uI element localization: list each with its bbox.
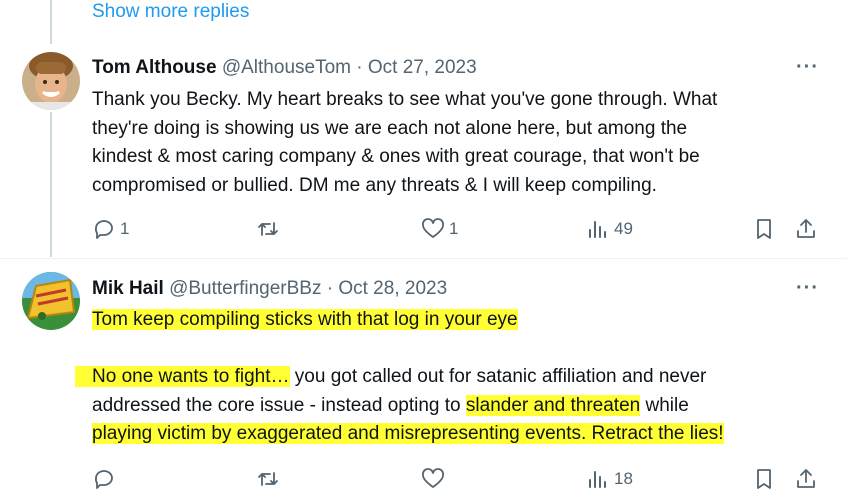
retweet-button[interactable] xyxy=(256,464,280,494)
retweet-icon xyxy=(258,472,278,486)
tweet-text-line: playing victim by exaggerated and misrep… xyxy=(92,420,832,449)
tweet-header: Mik Hail @ButterfingerBBz · Oct 28, 2023 xyxy=(92,277,447,301)
author-name[interactable]: Tom Althouse xyxy=(92,57,217,78)
tweet-text-line: addressed the core issue - instead optin… xyxy=(92,392,832,421)
highlighted-text: slander and threaten xyxy=(465,394,641,416)
tweet-text-segment: addressed the core issue - instead optin… xyxy=(92,394,466,416)
avatar[interactable] xyxy=(22,52,80,110)
reply-count: 1 xyxy=(120,219,130,238)
highlighted-text: No one wants to fight… xyxy=(75,366,290,387)
bookmark-button[interactable] xyxy=(752,464,776,494)
tweet-text-line: kindest & most caring company & ones wit… xyxy=(92,146,700,167)
retweet-icon xyxy=(258,222,278,236)
author-handle[interactable]: @ButterfingerBBz xyxy=(169,278,321,299)
views-icon xyxy=(589,221,606,238)
tweet-text-line: they're doing is showing us we are each … xyxy=(92,117,688,139)
tweet-text: Tom keep compiling sticks with that log … xyxy=(75,306,832,449)
tweet-text: Thank you Becky. My heart breaks to see … xyxy=(92,86,832,200)
reply-icon xyxy=(94,220,113,239)
thread-line xyxy=(50,112,52,257)
tweet-text-segment: while xyxy=(640,394,689,416)
share-button[interactable] xyxy=(794,464,818,494)
separator: · xyxy=(350,57,368,78)
like-button[interactable] xyxy=(421,464,445,494)
reply-icon xyxy=(94,470,113,489)
views-icon xyxy=(589,471,606,488)
reply-button[interactable]: 1 xyxy=(92,214,129,244)
highlighted-text: Tom keep compiling sticks with that log … xyxy=(92,309,518,330)
tweet-date[interactable]: Oct 27, 2023 xyxy=(368,57,477,78)
tweet-date[interactable]: Oct 28, 2023 xyxy=(338,278,447,299)
tweet-text-segment: you got called out for satanic affiliati… xyxy=(289,366,707,387)
highlighted-text: playing victim by exaggerated and misrep… xyxy=(92,423,724,444)
separator: · xyxy=(321,278,339,299)
tweet-text-line: compromised or bullied. DM me any threat… xyxy=(92,174,657,196)
retweet-button[interactable] xyxy=(256,214,280,244)
tweet-text-line: No one wants to fight… you got called ou… xyxy=(75,363,832,392)
share-icon xyxy=(797,469,815,488)
bookmark-icon xyxy=(757,219,771,239)
views-button[interactable]: 49 xyxy=(586,214,633,244)
views-button[interactable]: 18 xyxy=(586,464,633,494)
share-icon xyxy=(797,219,815,238)
tweet-header: Tom Althouse @AlthouseTom · Oct 27, 2023 xyxy=(92,56,477,80)
author-name[interactable]: Mik Hail xyxy=(92,278,164,299)
like-button[interactable]: 1 xyxy=(421,214,458,244)
divider xyxy=(0,258,847,259)
reply-button[interactable] xyxy=(92,464,116,494)
tweet-text-line: Tom keep compiling sticks with that log … xyxy=(92,306,832,335)
views-count: 18 xyxy=(614,469,633,488)
heart-icon xyxy=(422,468,444,488)
thread-line-top xyxy=(50,0,52,44)
views-count: 49 xyxy=(614,219,633,238)
like-count: 1 xyxy=(449,219,459,238)
bookmark-icon xyxy=(757,469,771,489)
tweet-actions: 18 xyxy=(0,464,847,494)
tweet-actions: 1 1 49 xyxy=(0,214,847,244)
bookmark-button[interactable] xyxy=(752,214,776,244)
share-button[interactable] xyxy=(794,214,818,244)
author-handle[interactable]: @AlthouseTom xyxy=(222,57,351,78)
heart-icon xyxy=(422,218,444,238)
avatar[interactable] xyxy=(22,272,80,330)
tweet-text-line: Thank you Becky. My heart breaks to see … xyxy=(92,89,718,110)
more-options-icon[interactable]: ··· xyxy=(796,56,819,79)
more-options-icon[interactable]: ··· xyxy=(796,277,819,300)
show-more-replies-link[interactable]: Show more replies xyxy=(92,0,249,24)
